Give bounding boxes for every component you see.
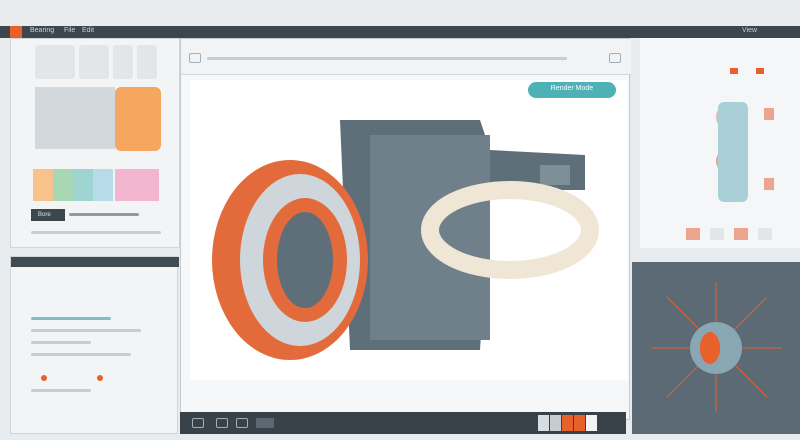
color-chip-1[interactable]	[33, 169, 53, 201]
mini-icon-5	[734, 228, 748, 240]
layer-row-5[interactable]	[31, 389, 91, 392]
color-chip-4[interactable]	[93, 169, 113, 201]
tab-bearing[interactable]: Bearing	[30, 27, 54, 34]
address-field[interactable]	[207, 57, 567, 60]
properties-panel	[640, 38, 800, 248]
tab-edit[interactable]: Edit	[82, 27, 94, 34]
viewport-toolbar	[181, 39, 631, 75]
preview-core	[700, 332, 720, 364]
eye-icon[interactable]	[236, 418, 248, 428]
mini-icon-6	[758, 228, 772, 240]
bore	[277, 212, 333, 308]
divider	[31, 231, 161, 234]
close-icon[interactable]	[609, 53, 621, 63]
bottom-toolbar	[180, 412, 626, 434]
preview-panel	[632, 262, 800, 434]
layer-row-4[interactable]	[31, 353, 131, 356]
thumb-1[interactable]	[35, 45, 75, 79]
swatch-1[interactable]	[538, 415, 549, 431]
layer-dot-1[interactable]	[41, 375, 47, 381]
swatch-2[interactable]	[550, 415, 561, 431]
swatch-5[interactable]	[586, 415, 597, 431]
arrow-icon[interactable]	[189, 53, 201, 63]
bore-tag-label: Bore	[38, 212, 51, 218]
accent-marker	[730, 68, 738, 74]
layers-panel-header	[11, 257, 179, 267]
sample-card	[35, 87, 115, 149]
app-title-bar: Bearing File Edit View	[0, 26, 800, 38]
mini-icon-1	[764, 108, 774, 120]
bore-tag[interactable]: Bore	[31, 209, 65, 221]
layer-row-3[interactable]	[31, 341, 91, 344]
3d-canvas[interactable]	[190, 80, 628, 380]
tab-file[interactable]: File	[64, 27, 75, 34]
swatch-4[interactable]	[574, 415, 585, 431]
color-chip-3[interactable]	[73, 169, 93, 201]
layers-icon[interactable]	[216, 418, 228, 428]
layers-panel	[10, 256, 179, 434]
mini-icon-3	[686, 228, 700, 240]
layer-row-2[interactable]	[31, 329, 141, 332]
app-logo-icon	[10, 26, 22, 38]
pencil-icon[interactable]	[192, 418, 204, 428]
mini-icon-4	[710, 228, 724, 240]
material-panel: Bore	[10, 38, 180, 248]
thumb-2[interactable]	[79, 45, 109, 79]
mini-icon-2	[764, 178, 774, 190]
slider-track[interactable]	[69, 213, 139, 216]
accent-marker-2	[756, 68, 764, 74]
zoom-field[interactable]	[256, 418, 274, 428]
thumb-3[interactable]	[113, 45, 133, 79]
orange-swatch[interactable]	[115, 87, 161, 151]
swatch-3[interactable]	[562, 415, 573, 431]
blue-card[interactable]	[718, 102, 748, 202]
housing-tab	[540, 165, 570, 185]
color-chip-2[interactable]	[53, 169, 73, 201]
tab-view[interactable]: View	[742, 27, 757, 34]
preview-graphic	[652, 282, 782, 412]
render-mode-button[interactable]: Render Mode	[528, 82, 616, 98]
bearing-model	[212, 120, 599, 360]
layer-dot-2[interactable]	[97, 375, 103, 381]
color-chip-5[interactable]	[115, 169, 159, 201]
thumb-4[interactable]	[137, 45, 157, 79]
layer-row-1[interactable]	[31, 317, 111, 320]
